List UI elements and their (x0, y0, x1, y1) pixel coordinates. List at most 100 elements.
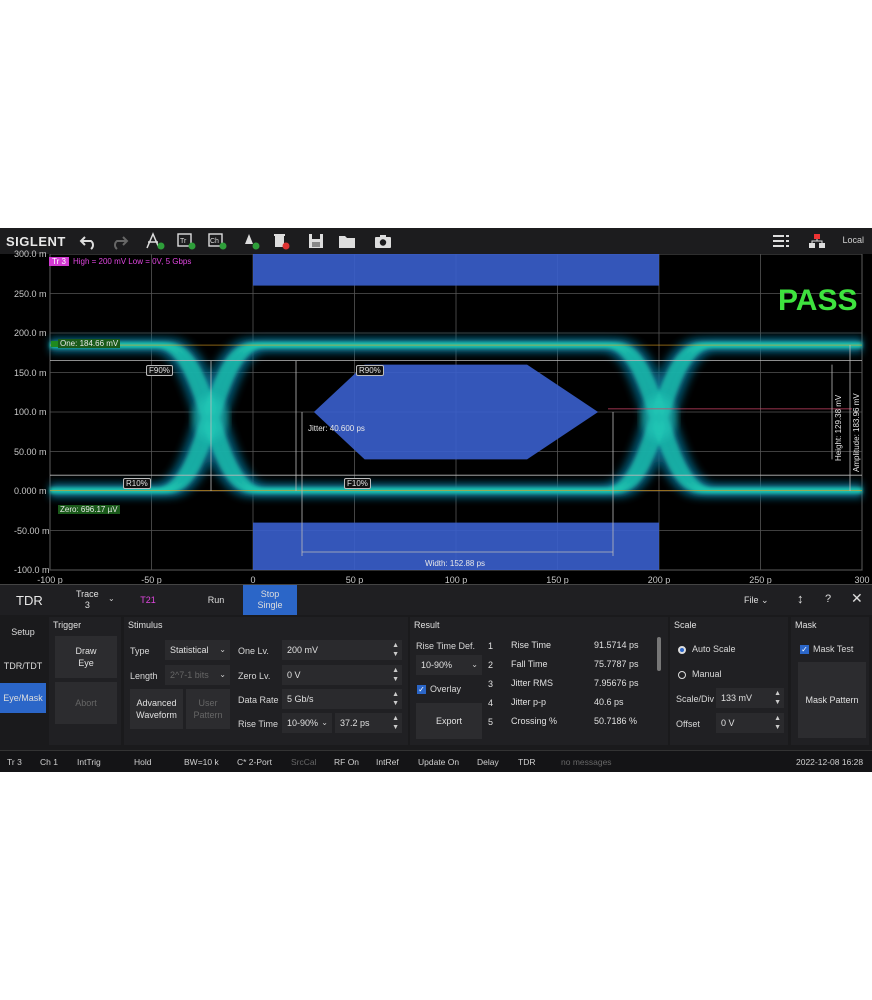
result-row[interactable]: 5 Crossing % 50.7186 % (486, 713, 656, 731)
run-button[interactable]: Run (192, 585, 240, 615)
status-item[interactable]: RF On (334, 757, 359, 767)
status-item[interactable]: Update On (418, 757, 459, 767)
rise-time-label: Rise Time (238, 719, 279, 729)
network-icon[interactable] (806, 231, 828, 251)
add-trace-icon[interactable] (144, 231, 166, 251)
status-item[interactable]: BW=10 k (184, 757, 219, 767)
scale-div-field[interactable]: 133 mV ▲ ▼ (716, 688, 784, 708)
result-row[interactable]: 2 Fall Time 75.7787 ps (486, 656, 656, 674)
pattern-label: Pattern (193, 710, 223, 720)
stop-label: Stop (260, 589, 280, 599)
type-value: Statistical (170, 645, 209, 655)
eye-crossing (192, 395, 229, 440)
spin-icon: ▲ ▼ (774, 715, 781, 731)
abort-button[interactable]: Abort (55, 682, 117, 724)
result-index: 4 (488, 698, 494, 708)
open-folder-icon[interactable] (336, 231, 358, 251)
resize-icon[interactable]: ↕ (797, 591, 804, 606)
y-tick-label: 50.00 m (14, 446, 47, 457)
status-item[interactable]: Delay (477, 757, 499, 767)
status-item[interactable]: TDR (518, 757, 535, 767)
length-value: 2^7-1 bits (170, 670, 209, 680)
result-row[interactable]: 1 Rise Time 91.5714 ps (486, 637, 656, 655)
eye-label: Eye (78, 658, 94, 668)
camera-icon[interactable] (372, 231, 394, 251)
y-tick-label: 0.000 m (14, 486, 47, 496)
add-marker-icon[interactable] (240, 231, 262, 251)
status-item[interactable]: Hold (134, 757, 151, 767)
trace-selector[interactable]: Trace 3 (76, 589, 99, 611)
amplitude-label: Amplitude: 183.96 mV (852, 393, 861, 472)
status-item[interactable]: C* 2-Port (237, 757, 272, 767)
status-item[interactable]: SrcCal (291, 757, 317, 767)
result-index: 5 (488, 717, 494, 727)
add-tr-icon[interactable]: Tr (175, 231, 197, 251)
manual-radio[interactable]: Manual (678, 669, 722, 679)
waveform-label: Waveform (136, 710, 177, 720)
scale-title: Scale (674, 620, 697, 630)
status-item[interactable]: Ch 1 (40, 757, 58, 767)
trace-info[interactable]: Tr 3 High = 200 mV Low = 0V, 5 Gbps (49, 257, 191, 266)
tab-tdr-tdt[interactable]: TDR/TDT (0, 651, 46, 681)
add-ch-icon[interactable]: Ch (206, 231, 228, 251)
close-icon[interactable]: ✕ (851, 590, 863, 607)
result-value: 50.7186 % (594, 716, 638, 726)
status-item[interactable]: no messages (561, 757, 612, 767)
user-pattern-button[interactable]: User Pattern (186, 689, 230, 729)
result-index: 3 (488, 679, 494, 689)
export-button[interactable]: Export (416, 703, 482, 739)
mask-pattern-button[interactable]: Mask Pattern (798, 662, 866, 738)
offset-field[interactable]: 0 V ▲ ▼ (716, 713, 784, 733)
eye-crossing (641, 395, 677, 440)
rise-def-label: Rise Time Def. (416, 641, 476, 651)
rise-def-select[interactable]: 10-90% ⌄ (416, 655, 482, 675)
result-scrollbar[interactable] (657, 637, 661, 671)
file-menu[interactable]: File ⌄ (744, 595, 769, 606)
width-label: Width: 152.88 ps (425, 559, 486, 568)
trace-info-text: High = 200 mV Low = 0V, 5 Gbps (72, 257, 192, 266)
data-rate-field[interactable]: 5 Gb/s ▲ ▼ (282, 689, 402, 709)
stop-single-button[interactable]: Stop Single (243, 585, 297, 615)
y-tick-label: 250.0 m (14, 288, 47, 299)
chevron-down-icon[interactable]: ⌄ (108, 594, 115, 603)
mask-test-checkbox[interactable]: ✓ Mask Test (800, 644, 853, 655)
result-row[interactable]: 4 Jitter p-p 40.6 ps (486, 694, 656, 712)
status-item[interactable]: IntRef (376, 757, 399, 767)
manual-label: Manual (692, 669, 722, 679)
overlay-checkbox[interactable]: ✓ Overlay (417, 684, 462, 695)
draw-eye-button[interactable]: Draw Eye (55, 636, 117, 678)
status-item[interactable]: Tr 3 (7, 757, 22, 767)
save-icon[interactable] (305, 231, 327, 251)
status-item[interactable]: IntTrig (77, 757, 101, 767)
zero-lv-field[interactable]: 0 V ▲ ▼ (282, 665, 402, 685)
undo-icon[interactable] (78, 231, 100, 251)
tab-t21[interactable]: T21 (128, 585, 168, 615)
pass-indicator: PASS (778, 284, 858, 317)
rise-time-value: 37.2 ps (340, 718, 370, 728)
control-panel: TDR Trace 3 ⌄ T21 Run Stop Single File ⌄… (0, 584, 872, 751)
result-name: Jitter RMS (511, 678, 554, 688)
tab-eye-mask[interactable]: Eye/Mask (0, 683, 46, 713)
overlay-label: Overlay (430, 684, 462, 694)
advanced-waveform-button[interactable]: Advanced Waveform (130, 689, 183, 729)
list-icon[interactable] (770, 231, 792, 251)
panel-header: TDR Trace 3 ⌄ T21 Run Stop Single File ⌄… (0, 585, 872, 615)
length-select[interactable]: 2^7-1 bits ⌄ (165, 665, 230, 685)
redo-icon[interactable] (108, 231, 130, 251)
eye-diagram-plot[interactable]: 300.0 m 250.0 m 200.0 m 150.0 m 100.0 m 50.00… (0, 249, 872, 595)
rise-time-def-select[interactable]: 10-90% ⌄ (282, 713, 332, 733)
help-icon[interactable]: ? (825, 593, 831, 605)
tab-setup[interactable]: Setup (0, 617, 46, 647)
stimulus-title: Stimulus (128, 620, 163, 630)
result-row[interactable]: 3 Jitter RMS 7.95676 ps (486, 675, 656, 693)
result-name: Jitter p-p (511, 697, 547, 707)
auto-scale-radio[interactable]: Auto Scale (678, 644, 736, 654)
type-select[interactable]: Statistical ⌄ (165, 640, 230, 660)
check-icon: ✓ (800, 645, 809, 655)
one-lv-field[interactable]: 200 mV ▲ ▼ (282, 640, 402, 660)
spin-icon: ▲ ▼ (392, 667, 399, 683)
result-value: 91.5714 ps (594, 640, 639, 650)
rise-time-field[interactable]: 37.2 ps ▲ ▼ (335, 713, 402, 733)
delete-icon[interactable] (270, 231, 292, 251)
zero-lv-label: Zero Lv. (238, 671, 271, 681)
